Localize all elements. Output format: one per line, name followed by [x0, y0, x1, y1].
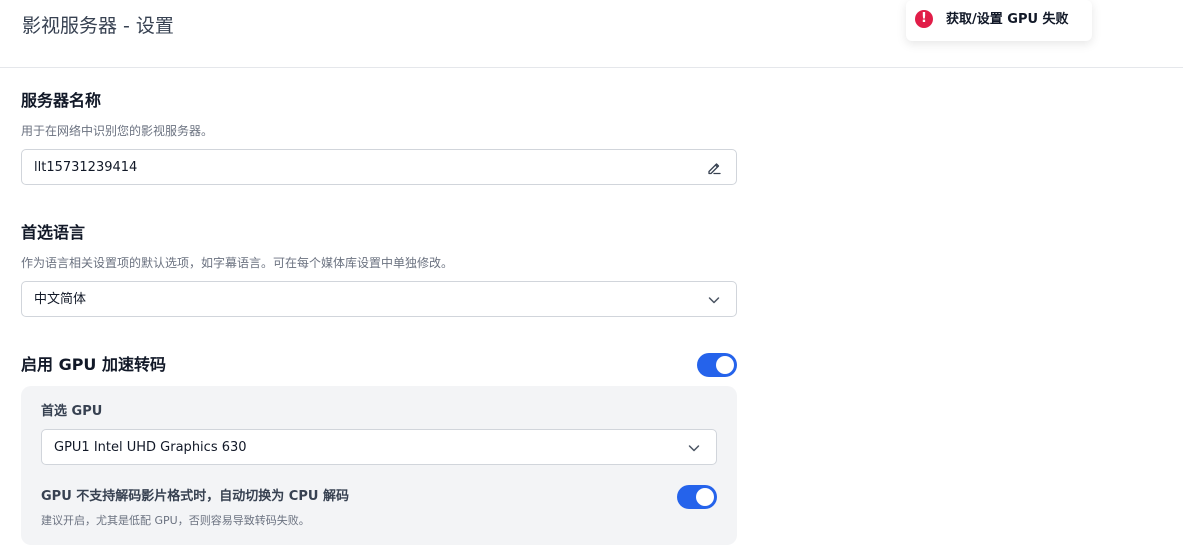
error-toast: ! 获取/设置 GPU 失败 — [906, 0, 1092, 41]
gpu-accel-title: 启用 GPU 加速转码 — [21, 355, 166, 374]
cpu-fallback-toggle[interactable] — [677, 485, 717, 509]
page-title: 影视服务器 - 设置 — [22, 15, 174, 37]
language-description: 作为语言相关设置项的默认选项，如字幕语言。可在每个媒体库设置中单独修改。 — [21, 256, 454, 270]
preferred-gpu-selected-value: GPU1 Intel UHD Graphics 630 — [54, 440, 247, 455]
gpu-accel-toggle[interactable] — [697, 353, 737, 377]
chevron-down-icon — [708, 297, 720, 304]
preferred-gpu-label: 首选 GPU — [41, 404, 103, 419]
cpu-fallback-description: 建议开启，尤其是低配 GPU，否则容易导致转码失败。 — [41, 514, 310, 527]
server-name-input[interactable] — [22, 150, 736, 184]
preferred-gpu-select[interactable]: GPU1 Intel UHD Graphics 630 — [41, 429, 717, 465]
toggle-knob — [696, 488, 714, 506]
cpu-fallback-label: GPU 不支持解码影片格式时，自动切换为 CPU 解码 — [41, 489, 349, 504]
gpu-settings-panel: 首选 GPU GPU1 Intel UHD Graphics 630 GPU 不… — [21, 386, 737, 545]
chevron-down-icon — [688, 445, 700, 452]
server-name-title: 服务器名称 — [21, 91, 102, 110]
server-name-field[interactable] — [21, 149, 737, 185]
language-title: 首选语言 — [21, 223, 86, 242]
toggle-knob — [716, 356, 734, 374]
edit-pencil-icon[interactable] — [706, 160, 722, 176]
language-selected-value: 中文简体 — [34, 292, 87, 307]
server-name-description: 用于在网络中识别您的影视服务器。 — [21, 124, 214, 138]
error-icon: ! — [915, 10, 933, 28]
language-select[interactable]: 中文简体 — [21, 281, 737, 317]
toast-message: 获取/设置 GPU 失败 — [946, 12, 1069, 27]
